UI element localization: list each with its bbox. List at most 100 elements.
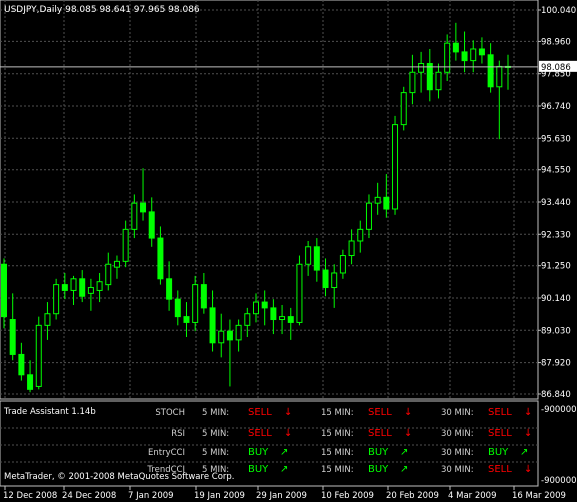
candle-body [148, 211, 155, 239]
price-tick-label: 100.040 [541, 6, 576, 16]
arrow-up-right-icon: ↗ [280, 464, 288, 475]
timeframe-label: 30 MIN: [441, 465, 474, 475]
indicator-top-value: -9000000 [541, 405, 577, 415]
candle-body [418, 63, 425, 73]
candle-body [357, 228, 364, 242]
candle [131, 194, 138, 239]
sell-signal-text: SELL [248, 428, 272, 439]
candle-body [174, 298, 181, 318]
indicator-name: EntryCCI [148, 448, 185, 458]
candle-body [44, 313, 51, 326]
candle [313, 238, 320, 282]
time-tick-label: 10 Feb 2009 [321, 491, 374, 501]
price-tick-label: 89.030 [541, 326, 571, 336]
time-tick-label: 4 Mar 2009 [448, 491, 496, 501]
candle-body [183, 316, 190, 323]
candle [296, 255, 303, 326]
candle-body [218, 330, 225, 344]
time-tick-label: 16 Mar 2009 [512, 491, 566, 501]
candle [470, 40, 477, 73]
candle [418, 51, 425, 93]
candle [166, 261, 173, 311]
chart-header: USDJPY,Daily 98.085 98.641 97.965 98.086 [4, 5, 200, 15]
candle [374, 182, 381, 215]
candle-body [374, 196, 381, 204]
candle [244, 307, 251, 337]
candle-body [122, 228, 129, 262]
candle [1, 258, 7, 329]
candle-body [9, 319, 16, 355]
metatrader-chart-window[interactable]: 100.040 98.960 97.850 96.740 95.630 94.550 93.… [0, 0, 577, 502]
candle [27, 360, 34, 393]
candle [61, 272, 68, 300]
candle [305, 240, 312, 276]
price-tick-label: 95.630 [541, 134, 571, 144]
candle-body [348, 240, 355, 257]
price-tick-label: 92.330 [541, 230, 571, 240]
current-price-text: 98.086 [541, 63, 571, 73]
candle [322, 258, 329, 297]
candle [122, 220, 129, 268]
candle [409, 54, 416, 105]
candle [365, 194, 372, 239]
timeframe-label: 15 MIN: [321, 429, 354, 439]
timeframe-label: 5 MIN: [202, 429, 229, 439]
candle-body [70, 278, 77, 291]
candle-body [87, 287, 94, 294]
timeframe-label: 30 MIN: [441, 448, 474, 458]
time-tick-label: 24 Dec 2008 [62, 491, 116, 501]
candle [461, 31, 468, 73]
candle-body [235, 324, 242, 341]
time-axis[interactable]: 12 Dec 2008 24 Dec 2008 7 Jan 2009 19 Jan 2… [3, 486, 566, 501]
buy-signal-text: BUY [368, 464, 389, 475]
candle-body [339, 255, 346, 274]
indicator-name: STOCH [155, 408, 185, 418]
candle-body [296, 263, 303, 323]
candle [235, 319, 242, 352]
candle [9, 293, 16, 361]
candlestick-series[interactable] [1, 22, 511, 393]
candle [200, 272, 207, 314]
price-tick-label: 87.920 [541, 359, 571, 369]
candle [287, 307, 294, 340]
candle-body [409, 71, 416, 94]
price-tick-label: 94.550 [541, 166, 571, 176]
candle-body [270, 307, 277, 321]
candle-body [383, 196, 390, 210]
price-chart-svg[interactable]: 100.04098.96097.85096.74095.63094.55093.… [0, 0, 577, 502]
candle [226, 319, 233, 387]
time-tick-label: 19 Jan 2009 [194, 491, 245, 501]
buy-signal-text: BUY [368, 447, 389, 458]
candle-body [392, 124, 399, 210]
candle-body [157, 237, 164, 280]
candle-body [365, 202, 372, 230]
candle-body [478, 48, 485, 56]
candle-body [461, 51, 468, 62]
sell-signal-text: SELL [248, 407, 272, 418]
signal-grid: STOCH 5 MIN: SELL ↓ 15 MIN: SELL ↓ 30 MIN: SELL ↓… [146, 407, 532, 475]
candle [426, 48, 433, 102]
candle-body [1, 263, 7, 318]
candle [53, 278, 60, 320]
candle-body [61, 284, 68, 291]
sell-signal-text: SELL [368, 428, 392, 439]
sell-signal-text: SELL [488, 407, 512, 418]
candle [79, 270, 86, 303]
candle [157, 226, 164, 285]
price-tick-label: 91.250 [541, 262, 571, 272]
time-tick-label: 12 Dec 2008 [3, 491, 57, 501]
candle-body [487, 54, 494, 88]
candle-body [426, 63, 433, 91]
candle [331, 264, 338, 308]
candle [400, 86, 407, 131]
candle-body [279, 316, 286, 321]
candle [87, 278, 94, 311]
candle-body [192, 284, 199, 323]
indicator-name: RSI [171, 429, 185, 439]
time-tick-label: 20 Feb 2009 [386, 491, 439, 501]
candle [357, 220, 364, 253]
candle [105, 252, 112, 291]
sell-signal-text: SELL [488, 464, 512, 475]
candle-body [166, 278, 173, 300]
indicator-bottom-value: -9000000 [541, 476, 577, 486]
